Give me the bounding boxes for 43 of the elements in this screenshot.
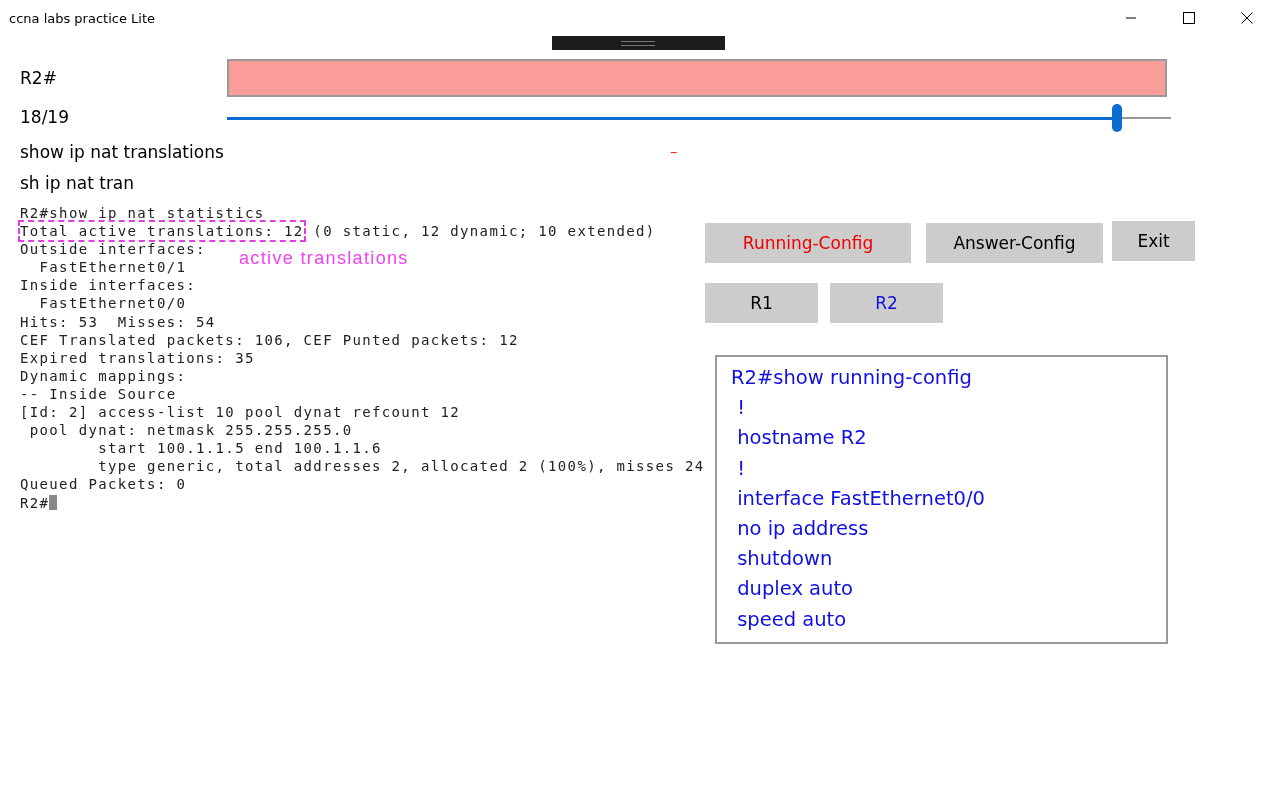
- terminal-line: Queued Packets: 0: [20, 475, 187, 494]
- terminal-line: [Id: 2] access-list 10 pool dynat refcount 12: [20, 403, 461, 422]
- terminal-line: CEF Translated packets: 106, CEF Punted packets: 12: [20, 330, 519, 349]
- config-line: hostname R2: [736, 425, 867, 452]
- config-tab[interactable]: Answer-Config: [926, 223, 1103, 263]
- config-line: interface FastEthernet0/0: [736, 485, 985, 512]
- window-title: ccna labs practice Lite: [9, 10, 156, 26]
- answer-field[interactable]: [227, 59, 1167, 97]
- command-text: show ip nat translations: [20, 142, 225, 162]
- progress-counter: 18/19: [20, 107, 70, 127]
- terminal-line: pool dynat: netmask 255.255.255.0: [28, 421, 353, 440]
- config-line: no ip address: [736, 516, 869, 542]
- router-tab[interactable]: R1: [705, 283, 818, 323]
- router-tab[interactable]: R2: [830, 283, 943, 323]
- terminal-line: -- Inside Source: [20, 384, 177, 404]
- terminal-line: Inside interfaces:: [20, 276, 197, 295]
- terminal-line: (0 static, 12 dynamic; 10 extended): [312, 222, 656, 241]
- config-line: !: [736, 395, 745, 422]
- terminal-line: R2#: [20, 493, 50, 512]
- config-line: shutdown: [736, 546, 833, 573]
- terminal-line: FastEthernet0/1: [38, 258, 187, 277]
- close-icon: [1241, 12, 1253, 24]
- exit-button[interactable]: Exit: [1112, 221, 1195, 261]
- terminal-line: start 100.1.1.5 end 100.1.1.6: [97, 439, 382, 458]
- config-line: speed auto: [736, 606, 847, 633]
- maximize-icon: [1183, 12, 1195, 24]
- slider-thumb[interactable]: [1112, 104, 1123, 132]
- terminal-line: Hits: 53 Misses: 54: [20, 312, 216, 331]
- terminal-line: Expired translations: 35: [20, 348, 255, 367]
- terminal-line: Outside interfaces:: [20, 240, 206, 259]
- config-line: R2#show running-config: [731, 365, 972, 391]
- config-line: duplex auto: [736, 576, 853, 603]
- prompt-label: R2#: [20, 68, 58, 88]
- terminal-line: type generic, total addresses 2, allocated 2 (100%), misses 24: [97, 457, 705, 476]
- annotation-text: active translations: [239, 249, 409, 268]
- error-mark: –: [670, 143, 678, 161]
- config-line: !: [736, 455, 745, 482]
- abbreviation-text: sh ip nat tran: [20, 173, 136, 193]
- terminal-line: Dynamic mappings:: [20, 366, 187, 385]
- terminal-line: FastEthernet0/0: [38, 294, 187, 313]
- drag-handle[interactable]: [551, 36, 725, 50]
- highlighted-text: Total active translations: 12: [20, 222, 304, 241]
- terminal-line: R2#show ip nat statistics: [20, 204, 265, 223]
